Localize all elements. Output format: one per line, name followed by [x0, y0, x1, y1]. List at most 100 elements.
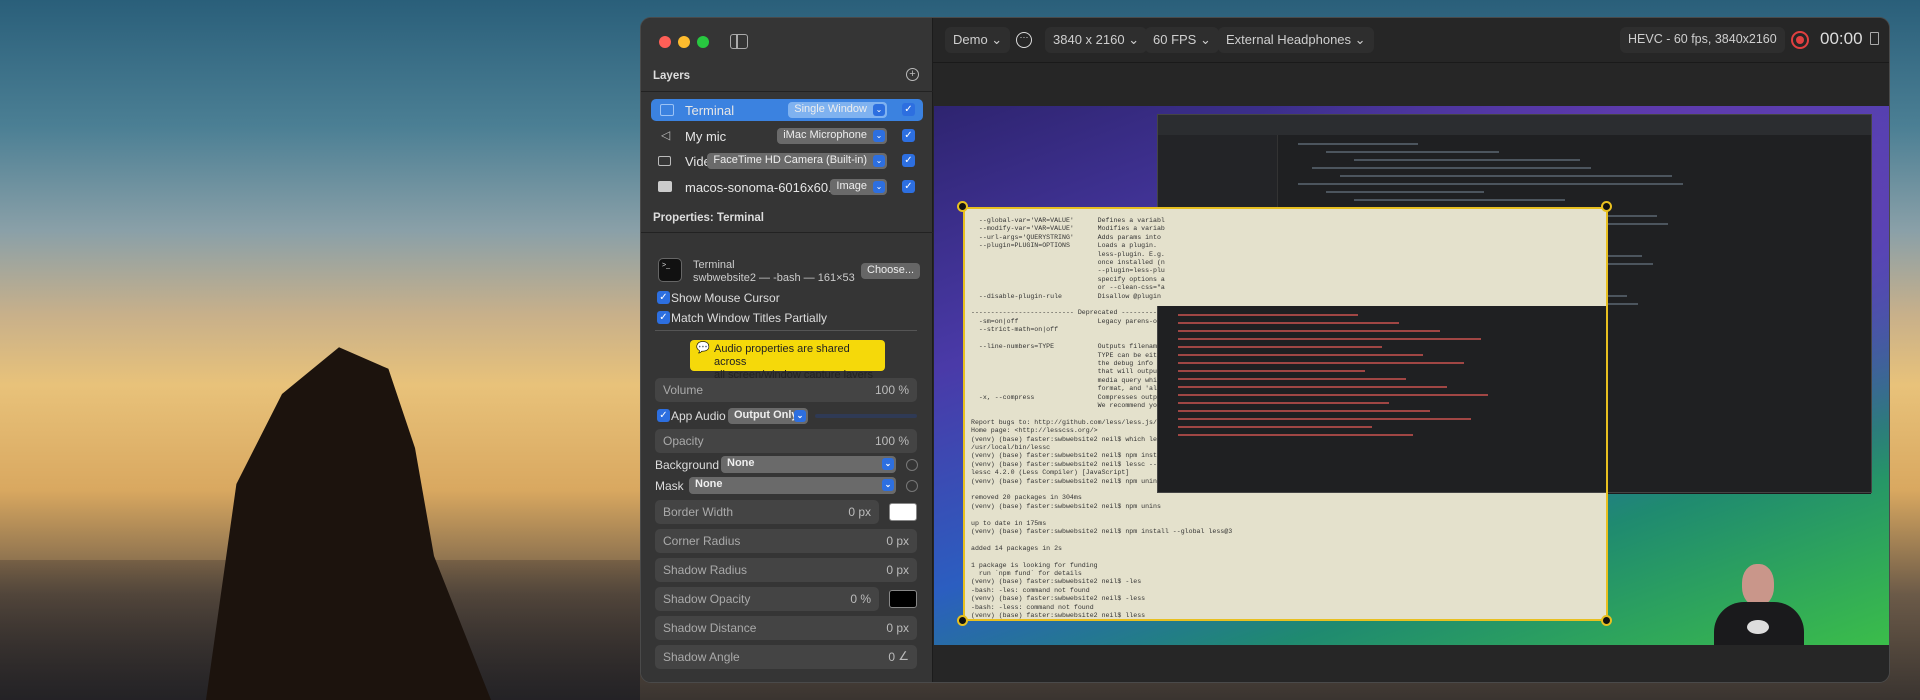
shadow-distance-field[interactable]: Shadow Distance 0 px [655, 616, 917, 640]
show-mouse-cursor-checkbox[interactable]: ✓ [657, 291, 670, 304]
close-button[interactable] [659, 36, 671, 48]
log-line [1178, 378, 1406, 380]
resize-handle[interactable] [957, 201, 968, 212]
layer-enabled-checkbox[interactable]: ✓ [902, 154, 915, 167]
log-line [1178, 394, 1488, 396]
log-line [1178, 314, 1358, 316]
resolution-select[interactable]: 3840 x 2160 ⌄ [1045, 27, 1148, 53]
border-width-field[interactable]: Border Width 0 px [655, 500, 879, 524]
layer-source-select[interactable]: Single Window ⌄ [788, 102, 887, 118]
preset-select[interactable]: Demo ⌄ [945, 27, 1011, 53]
shadow-angle-field[interactable]: Shadow Angle 0 ∠ [655, 645, 917, 669]
record-button[interactable] [1791, 31, 1809, 49]
crosshair-icon[interactable] [906, 459, 918, 471]
shadow-opacity-field[interactable]: Shadow Opacity 0 % [655, 587, 879, 611]
log-line [1178, 370, 1365, 372]
code-line [1354, 159, 1580, 161]
layer-source-select[interactable]: Image ⌄ [830, 179, 887, 195]
add-layer-icon[interactable]: + [906, 68, 919, 81]
code-line [1340, 175, 1672, 177]
minimize-button[interactable] [678, 36, 690, 48]
code-line [1298, 183, 1683, 185]
camera-icon [658, 156, 671, 166]
audio-notice: 💬 Audio properties are shared across all … [690, 340, 885, 381]
match-titles-checkbox[interactable]: ✓ [657, 311, 670, 324]
log-line [1178, 330, 1440, 332]
code-line [1298, 143, 1418, 145]
app-audio-label: App Audio [671, 409, 726, 423]
log-line [1178, 322, 1399, 324]
angle-icon: ∠ [898, 649, 909, 663]
code-line [1326, 191, 1484, 193]
audio-output-select[interactable]: External Headphones ⌄ [1218, 27, 1374, 53]
app-window: Layers + Terminal Single Window ⌄ ✓ ◁ My … [640, 17, 1890, 683]
code-line [1326, 151, 1499, 153]
shadow-color-swatch[interactable] [889, 590, 917, 608]
log-line [1178, 434, 1413, 436]
audio-level-meter [815, 414, 917, 418]
image-icon [658, 181, 672, 192]
source-window-title: swbwebsite2 — -bash — 161×53 [693, 272, 855, 284]
zoom-button[interactable] [697, 36, 709, 48]
terminal-app-icon: >_ [658, 258, 682, 282]
preview-canvas[interactable]: --global-var='VAR=VALUE' Defines a varia… [934, 106, 1889, 645]
mask-label: Mask [655, 479, 684, 493]
layer-name: My mic [685, 129, 727, 144]
match-titles-label: Match Window Titles Partially [671, 311, 828, 325]
sidebar: Layers + Terminal Single Window ⌄ ✓ ◁ My … [641, 18, 933, 682]
layer-enabled-checkbox[interactable]: ✓ [902, 129, 915, 142]
layer-row-my-mic[interactable]: ◁ My mic iMac Microphone ⌄ ✓ [651, 125, 923, 147]
more-icon[interactable]: ··· [1016, 32, 1032, 48]
codec-label: HEVC - 60 fps, 3840x2160 [1620, 27, 1785, 53]
corner-radius-field[interactable]: Corner Radius 0 px [655, 529, 917, 553]
resize-handle[interactable] [1601, 615, 1612, 626]
crosshair-icon[interactable] [906, 480, 918, 492]
layer-enabled-checkbox[interactable]: ✓ [902, 180, 915, 193]
log-line [1178, 386, 1447, 388]
source-app-name: Terminal [693, 259, 735, 271]
sidebar-toggle-icon[interactable] [730, 34, 748, 49]
layer-row-terminal[interactable]: Terminal Single Window ⌄ ✓ [651, 99, 923, 121]
log-line [1178, 362, 1464, 364]
ide-window-preview-lower [1157, 306, 1872, 493]
webcam-layer-preview[interactable] [1704, 558, 1814, 645]
layer-name: Terminal [685, 103, 735, 118]
log-line [1178, 410, 1430, 412]
layer-row-image[interactable]: macos-sonoma-6016x60... Image ⌄ ✓ [651, 176, 923, 198]
speech-bubble-icon: 💬 [696, 342, 710, 354]
code-line [1312, 167, 1591, 169]
layer-name: macos-sonoma-6016x60... [685, 180, 839, 195]
background-select[interactable]: None ⌄ [721, 456, 896, 473]
resize-handle[interactable] [1601, 201, 1612, 212]
app-audio-mode-select[interactable]: Output Only ⌄ [728, 408, 808, 424]
layer-source-select[interactable]: FaceTime HD Camera (Built-in) ⌄ [707, 153, 887, 169]
log-line [1178, 426, 1372, 428]
volume-field[interactable]: Volume 100 % [655, 378, 917, 402]
timer: 00:00 [1820, 29, 1863, 48]
layer-source-select[interactable]: iMac Microphone ⌄ [777, 128, 887, 144]
log-line [1178, 338, 1481, 340]
main-area: Demo ⌄ ··· 3840 x 2160 ⌄ 60 FPS ⌄ Extern… [933, 18, 1889, 682]
window-icon [660, 104, 674, 116]
app-audio-checkbox[interactable]: ✓ [657, 409, 670, 422]
log-line [1178, 354, 1423, 356]
code-line [1354, 199, 1565, 201]
border-color-swatch[interactable] [889, 503, 917, 521]
layer-row-video[interactable]: Video FaceTime HD Camera (Built-in) ⌄ ✓ [651, 150, 923, 172]
log-line [1178, 346, 1382, 348]
properties-title: Properties: Terminal [653, 212, 764, 224]
opacity-field[interactable]: Opacity 100 % [655, 429, 917, 453]
fps-select[interactable]: 60 FPS ⌄ [1145, 27, 1219, 53]
log-line [1178, 418, 1471, 420]
show-mouse-cursor-label: Show Mouse Cursor [671, 291, 780, 305]
speaker-icon: ◁ [661, 128, 671, 142]
resize-handle[interactable] [957, 615, 968, 626]
mask-select[interactable]: None ⌄ [689, 477, 896, 494]
log-line [1178, 402, 1389, 404]
choose-button[interactable]: Choose... [861, 263, 921, 279]
layer-enabled-checkbox[interactable]: ✓ [902, 103, 915, 116]
shadow-radius-field[interactable]: Shadow Radius 0 px [655, 558, 917, 582]
layers-title: Layers [653, 70, 691, 82]
document-icon[interactable] [1870, 32, 1879, 45]
background-label: Background [655, 458, 720, 472]
